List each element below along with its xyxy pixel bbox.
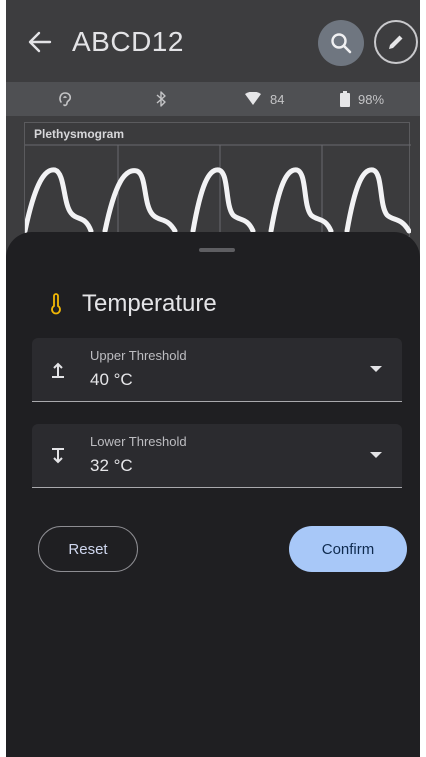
- ear-icon: [59, 92, 72, 107]
- thermometer-icon: [51, 293, 61, 315]
- lower-threshold-label: Lower Threshold: [90, 434, 187, 449]
- battery-status: 98%: [340, 82, 384, 116]
- app-bar: ABCD12: [6, 0, 420, 80]
- lower-threshold-icon: [50, 446, 66, 471]
- bluetooth-status: [154, 82, 168, 116]
- device-status-bar: 84 98%: [6, 82, 420, 116]
- phone-screen: ABCD12 84 98% Plethysmogram Temperature …: [6, 0, 420, 757]
- hearing-status: [56, 82, 74, 116]
- sheet-header: Temperature: [50, 290, 217, 318]
- reset-button[interactable]: Reset: [38, 526, 138, 572]
- upper-threshold-value: 40 °C: [90, 370, 133, 389]
- upper-threshold-label: Upper Threshold: [90, 348, 187, 363]
- pencil-icon: [389, 35, 403, 49]
- temperature-bottom-sheet: Temperature Upper Threshold 40 °C Lower …: [6, 232, 420, 757]
- battery-value: 98%: [358, 91, 385, 107]
- plethysmogram-panel: Plethysmogram: [24, 122, 411, 238]
- dropdown-arrow-icon[interactable]: [370, 452, 382, 458]
- search-icon: [331, 33, 352, 54]
- upper-threshold-icon: [50, 360, 66, 385]
- lower-threshold-select[interactable]: Lower Threshold 32 °C: [32, 424, 402, 488]
- drag-handle[interactable]: [199, 248, 235, 252]
- page-title: ABCD12: [72, 26, 184, 57]
- wifi-value: 84: [270, 91, 285, 107]
- wifi-status: 84: [244, 82, 284, 116]
- dropdown-arrow-icon[interactable]: [370, 366, 382, 372]
- search-button[interactable]: [318, 20, 364, 66]
- edit-button[interactable]: [374, 20, 418, 64]
- wifi-icon: [245, 92, 261, 105]
- arrow-left-icon[interactable]: [26, 28, 54, 56]
- upper-threshold-select[interactable]: Upper Threshold 40 °C: [32, 338, 402, 402]
- battery-icon: [340, 91, 350, 107]
- confirm-button[interactable]: Confirm: [289, 526, 407, 572]
- sheet-title: Temperature: [82, 290, 217, 317]
- plethysmogram-waveform: [25, 144, 411, 238]
- lower-threshold-value: 32 °C: [90, 456, 133, 475]
- bluetooth-icon: [156, 91, 166, 107]
